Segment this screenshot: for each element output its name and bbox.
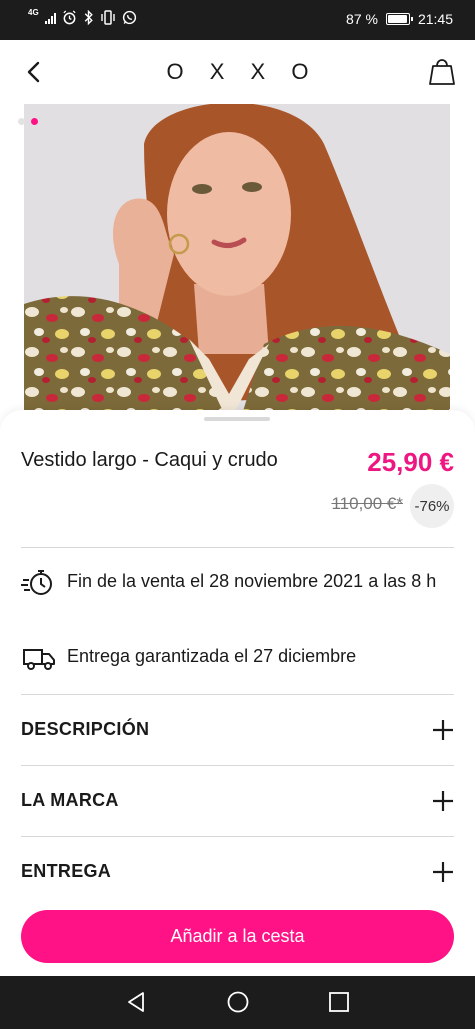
product-title: Vestido largo - Caqui y crudo [21,449,278,471]
alarm-icon [63,10,76,25]
accordion-label: DESCRIPCIÓN [21,719,150,739]
model-photo-illustration [24,104,450,424]
accordion-delivery[interactable]: ENTREGA [21,837,454,907]
plus-icon[interactable] [432,719,454,741]
stopwatch-icon [21,570,52,595]
status-left: 4G [28,8,137,25]
accordion-description[interactable]: DESCRIPCIÓN [21,695,454,765]
product-details-sheet: Vestido largo - Caqui y crudo 25,90 € 11… [0,410,475,976]
sheet-drag-handle[interactable] [204,417,270,421]
nav-home-icon[interactable] [226,990,250,1014]
brand-logo[interactable]: O X X O [0,59,475,85]
product-image[interactable] [24,104,450,424]
discount-badge: -76% [410,484,454,528]
gallery-indicator [18,118,38,125]
shopping-bag-icon[interactable] [427,54,457,88]
plus-icon[interactable] [432,861,454,883]
status-bar: 4G 87 % 21:45 [0,0,475,40]
clock: 21:45 [417,11,453,27]
signal-icon [44,12,56,24]
accordion-label: ENTREGA [21,861,112,881]
delivery-text: Entrega garantizada el 27 diciembre [67,646,357,666]
divider [21,547,454,548]
gallery-dot-active[interactable] [31,118,38,125]
system-navigation-bar [0,976,475,1029]
product-gallery[interactable] [0,104,475,424]
nav-recents-icon[interactable] [327,990,351,1014]
battery-icon [385,13,413,25]
sale-end-text: Fin de la venta el 28 noviembre 2021 a l… [67,571,437,591]
accordion-label: LA MARCA [21,790,119,810]
vibrate-icon [100,10,115,25]
plus-icon[interactable] [432,790,454,812]
nav-back-icon[interactable] [124,990,148,1014]
bluetooth-icon [84,10,93,25]
battery-percent: 87 % [346,11,378,27]
delivery-truck-icon [23,649,55,670]
network-type: 4G [28,8,39,17]
app-header: O X X O [0,40,475,104]
product-price: 25,90 € [367,447,454,477]
product-old-price: 110,00 €* [331,494,403,513]
accordion-brand[interactable]: LA MARCA [21,766,454,836]
whatsapp-icon [122,10,136,25]
status-right: 87 % 21:45 [346,11,453,27]
gallery-dot[interactable] [18,118,25,125]
add-to-cart-button[interactable]: Añadir a la cesta [21,910,454,963]
